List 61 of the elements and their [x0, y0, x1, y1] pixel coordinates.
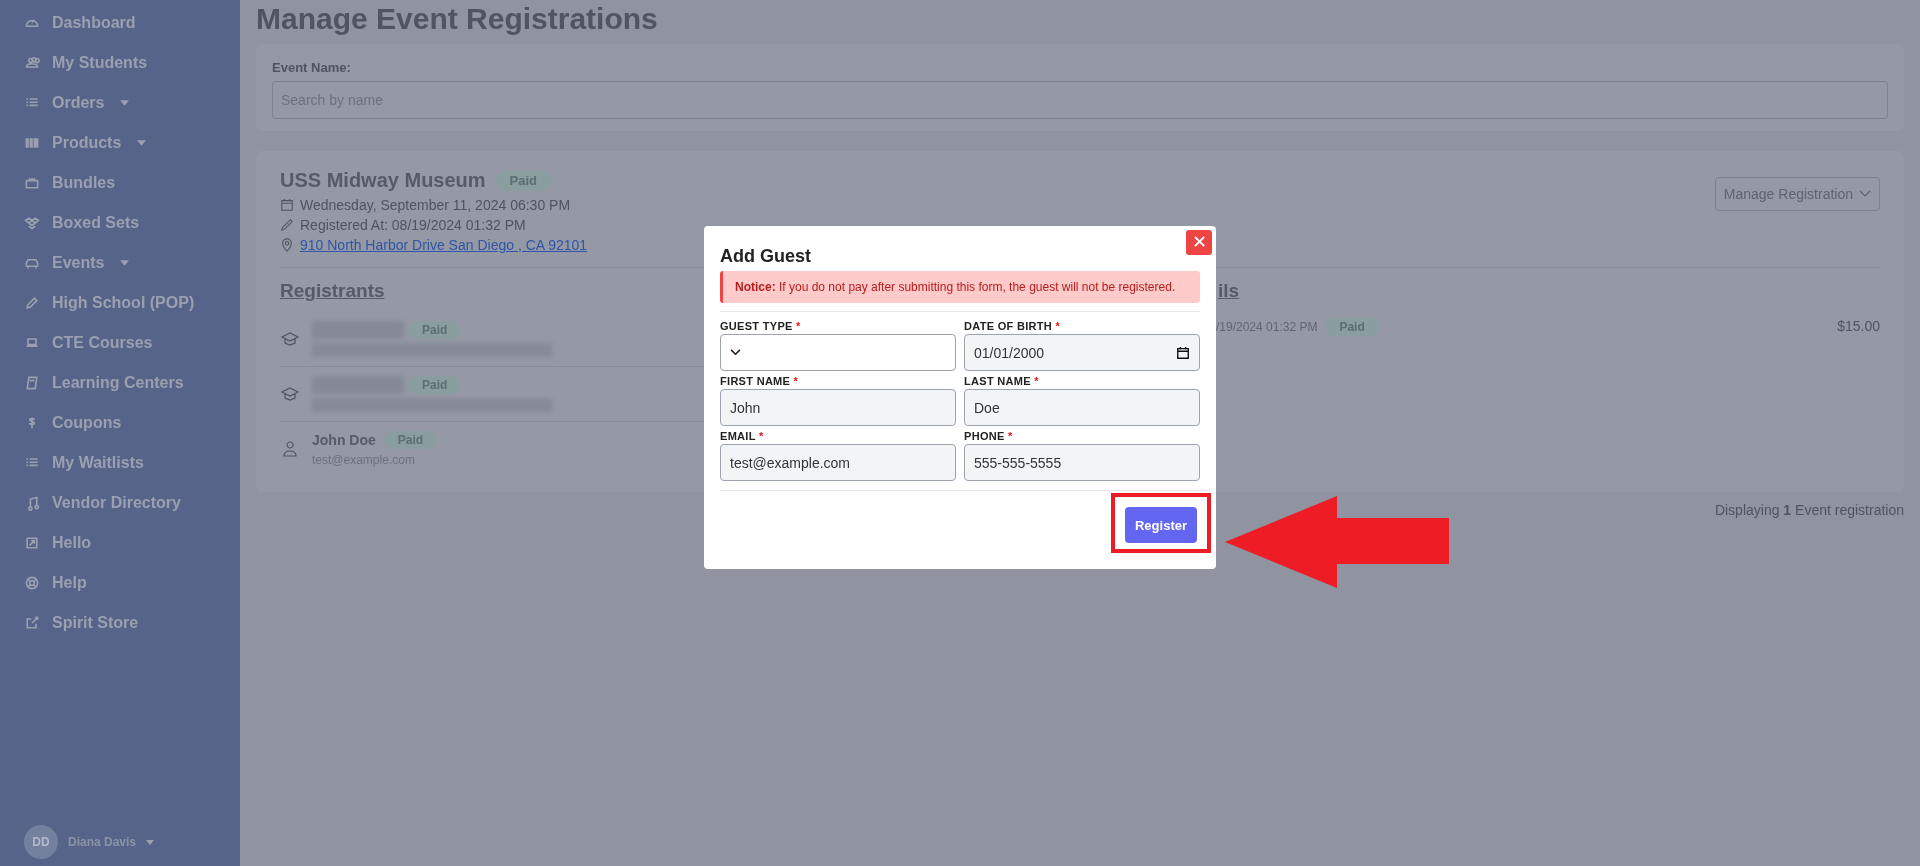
results-count: Displaying 1 Event registration [1714, 502, 1904, 518]
location-pin-icon [280, 238, 294, 252]
field-label: DATE OF BIRTH * [964, 320, 1061, 332]
select-field[interactable] [720, 334, 956, 371]
notice-alert: Notice: If you do not pay after submitting this form, the guest will not be registered. [720, 271, 1200, 303]
section-heading: Registrants [280, 280, 385, 302]
menu-icon [24, 375, 40, 391]
field-label: GUEST TYPE * [720, 320, 802, 332]
calendar-icon [280, 198, 294, 212]
section-heading: ils [1218, 280, 1240, 302]
field-label: LAST NAME * [964, 375, 1040, 387]
sidebar-item[interactable]: Vendor Directory [0, 483, 240, 523]
pencil-icon [280, 218, 294, 232]
sidebar-item[interactable]: Learning Centers [0, 363, 240, 403]
field-label: PHONE * [964, 430, 1014, 442]
menu-icon [24, 535, 40, 551]
field-label: Event Name: [272, 60, 352, 75]
user-avatar[interactable]: DD [24, 825, 58, 859]
sidebar-item[interactable]: High School (POP) [0, 283, 240, 323]
sidebar-item[interactable]: My Students [0, 43, 240, 83]
sidebar-item[interactable]: CTE Courses [0, 323, 240, 363]
input-field[interactable]: Doe [964, 389, 1200, 426]
menu-icon [24, 55, 40, 71]
menu-icon [24, 175, 40, 191]
sidebar-item[interactable]: Events [0, 243, 240, 283]
close-button[interactable]: ✕ [1186, 230, 1212, 255]
register-button[interactable]: Register [1125, 507, 1197, 543]
chevron-down-icon [730, 349, 741, 356]
input-field[interactable]: 555-555-5555 [964, 444, 1200, 481]
field-label: EMAIL * [720, 430, 765, 442]
sidebar-item[interactable]: Help [0, 563, 240, 603]
menu-icon [24, 575, 40, 591]
caret-icon[interactable] [146, 839, 155, 845]
sidebar-item[interactable]: Orders [0, 83, 240, 123]
sidebar-item[interactable]: Coupons [0, 403, 240, 443]
input-field[interactable]: test@example.com [720, 444, 956, 481]
menu-icon [24, 135, 40, 151]
registered-date: Registered At: 08/19/2024 01:32 PM [300, 217, 526, 233]
event-name: USS Midway Museum [280, 169, 486, 192]
menu-icon [24, 295, 40, 311]
registrant-name: John Doe [312, 432, 376, 448]
input-field[interactable]: John [720, 389, 956, 426]
sidebar-item[interactable]: Products [0, 123, 240, 163]
field-label: FIRST NAME * [720, 375, 800, 387]
address-link[interactable]: 910 North Harbor Drive San Diego , CA 92101 [300, 237, 588, 253]
calendar-icon[interactable] [1176, 345, 1190, 360]
dialog-title: Add Guest [720, 246, 812, 267]
date-field[interactable]: 01/01/2000 [964, 334, 1200, 371]
sidebar-item[interactable]: Boxed Sets [0, 203, 240, 243]
menu-icon [24, 615, 40, 631]
payment-amount: $15.00 [1837, 318, 1880, 334]
sidebar-item[interactable]: Hello [0, 523, 240, 563]
sidebar-item[interactable]: My Waitlists [0, 443, 240, 483]
sidebar-item[interactable]: Bundles [0, 163, 240, 203]
sidebar-item[interactable]: Dashboard [0, 3, 240, 43]
chevron-down-icon [1859, 190, 1871, 198]
person-icon [280, 439, 300, 459]
sidebar-item[interactable]: Spirit Store [0, 603, 240, 643]
menu-icon [24, 215, 40, 231]
event-date: Wednesday, September 11, 2024 06:30 PM [300, 197, 571, 213]
page-title: Manage Event Registrations [256, 2, 659, 36]
